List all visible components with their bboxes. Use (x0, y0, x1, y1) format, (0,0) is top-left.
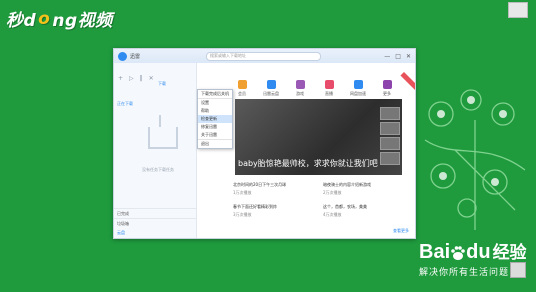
window-title: 迅雷 (130, 53, 141, 60)
delete-icon[interactable]: ✕ (149, 75, 154, 82)
app-shortcut-live[interactable]: 直播 (319, 80, 339, 97)
app-shortcut-game[interactable]: 游戏 (290, 80, 310, 97)
menu-item-exit[interactable]: 退出 (198, 140, 232, 148)
list-item[interactable]: 北京时间的20日下午三次月球 1万次播放 (233, 182, 313, 196)
list-item[interactable]: 这个，首都，农场，美美 4万次播放 (323, 204, 403, 218)
app-shortcut-more[interactable]: 更多 (377, 80, 397, 97)
tab-download[interactable]: 下载 (158, 81, 166, 87)
banner-thumbnails (380, 107, 400, 167)
maximize-button[interactable]: □ (395, 53, 401, 60)
menu-item-help[interactable]: 帮助 (198, 107, 232, 115)
minimize-button[interactable]: — (384, 53, 390, 60)
menu-item-check-update[interactable]: 检查更新 (198, 115, 232, 123)
sidebar-item-completed[interactable]: 已完成 (114, 208, 196, 218)
app-shortcut-accel[interactable]: 网盘加速 (348, 80, 368, 97)
sidebar-item-trash[interactable]: 垃圾箱 (114, 218, 196, 228)
sidebar: + ▷ ‖ ✕ 下载 正在下载 没有任务下载任务 已完成 垃圾箱 云盘 (114, 63, 197, 238)
decorative-circles (424, 89, 526, 230)
list-item[interactable]: 暗夜骑士的内容介绍新游戏 2万次播放 (323, 182, 403, 196)
watermark-logo: 秒d o ng视频 (6, 8, 113, 32)
desktop-file-icon[interactable] (508, 2, 528, 18)
menu-item-repair[interactable]: 修复迅雷 (198, 123, 232, 131)
close-button[interactable]: ✕ (406, 53, 411, 60)
cloud-link[interactable]: 云盘 (117, 230, 125, 236)
baidu-jingyan-brand: Bai du 经验 解决你所有生活问题 (419, 241, 527, 277)
sidebar-item-downloading[interactable]: 正在下载 (117, 101, 133, 107)
pause-icon[interactable]: ‖ (140, 75, 143, 82)
corner-ribbon (400, 71, 415, 92)
add-icon[interactable]: + (118, 75, 123, 82)
paw-icon (451, 245, 465, 260)
settings-menu: 下载完成后关机 设置 帮助 检查更新 修复迅雷 关于迅雷 退出 (197, 89, 233, 149)
empty-download-icon (148, 115, 178, 149)
empty-state-text: 没有任务下载任务 (142, 167, 174, 172)
more-link[interactable]: 查看更多 (393, 228, 409, 234)
menu-item-settings[interactable]: 设置 (198, 99, 232, 107)
menu-item-shutdown[interactable]: 下载完成后关机 (198, 90, 232, 98)
app-shortcut-cloud[interactable]: 迅雷云盘 (261, 80, 281, 97)
title-bar: 迅雷 搜索或输入下载地址 — □ ✕ (114, 49, 415, 63)
promo-banner[interactable]: baby胎惊艳最帅校，求求你就让我们吧 (235, 99, 402, 175)
play-icon[interactable]: ▷ (129, 75, 134, 82)
news-list: 北京时间的20日下午三次月球 1万次播放 暗夜骑士的内容介绍新游戏 2万次播放 … (233, 182, 403, 226)
app-shortcut-vip[interactable]: 会员 (232, 80, 252, 97)
list-item[interactable]: 春节下面还好看精彩到炸 3万次播放 (233, 204, 313, 218)
banner-title: baby胎惊艳最帅校，求求你就让我们吧 (238, 159, 378, 168)
search-input[interactable]: 搜索或输入下载地址 (206, 51, 322, 61)
app-shortcuts: 会员 迅雷云盘 游戏 直播 网盘加速 更多 (232, 80, 397, 97)
app-logo-icon (118, 51, 127, 61)
menu-item-about[interactable]: 关于迅雷 (198, 131, 232, 139)
thunder-app-window: 迅雷 搜索或输入下载地址 — □ ✕ + ▷ ‖ ✕ 下载 正在下载 没有任务下… (113, 48, 416, 239)
